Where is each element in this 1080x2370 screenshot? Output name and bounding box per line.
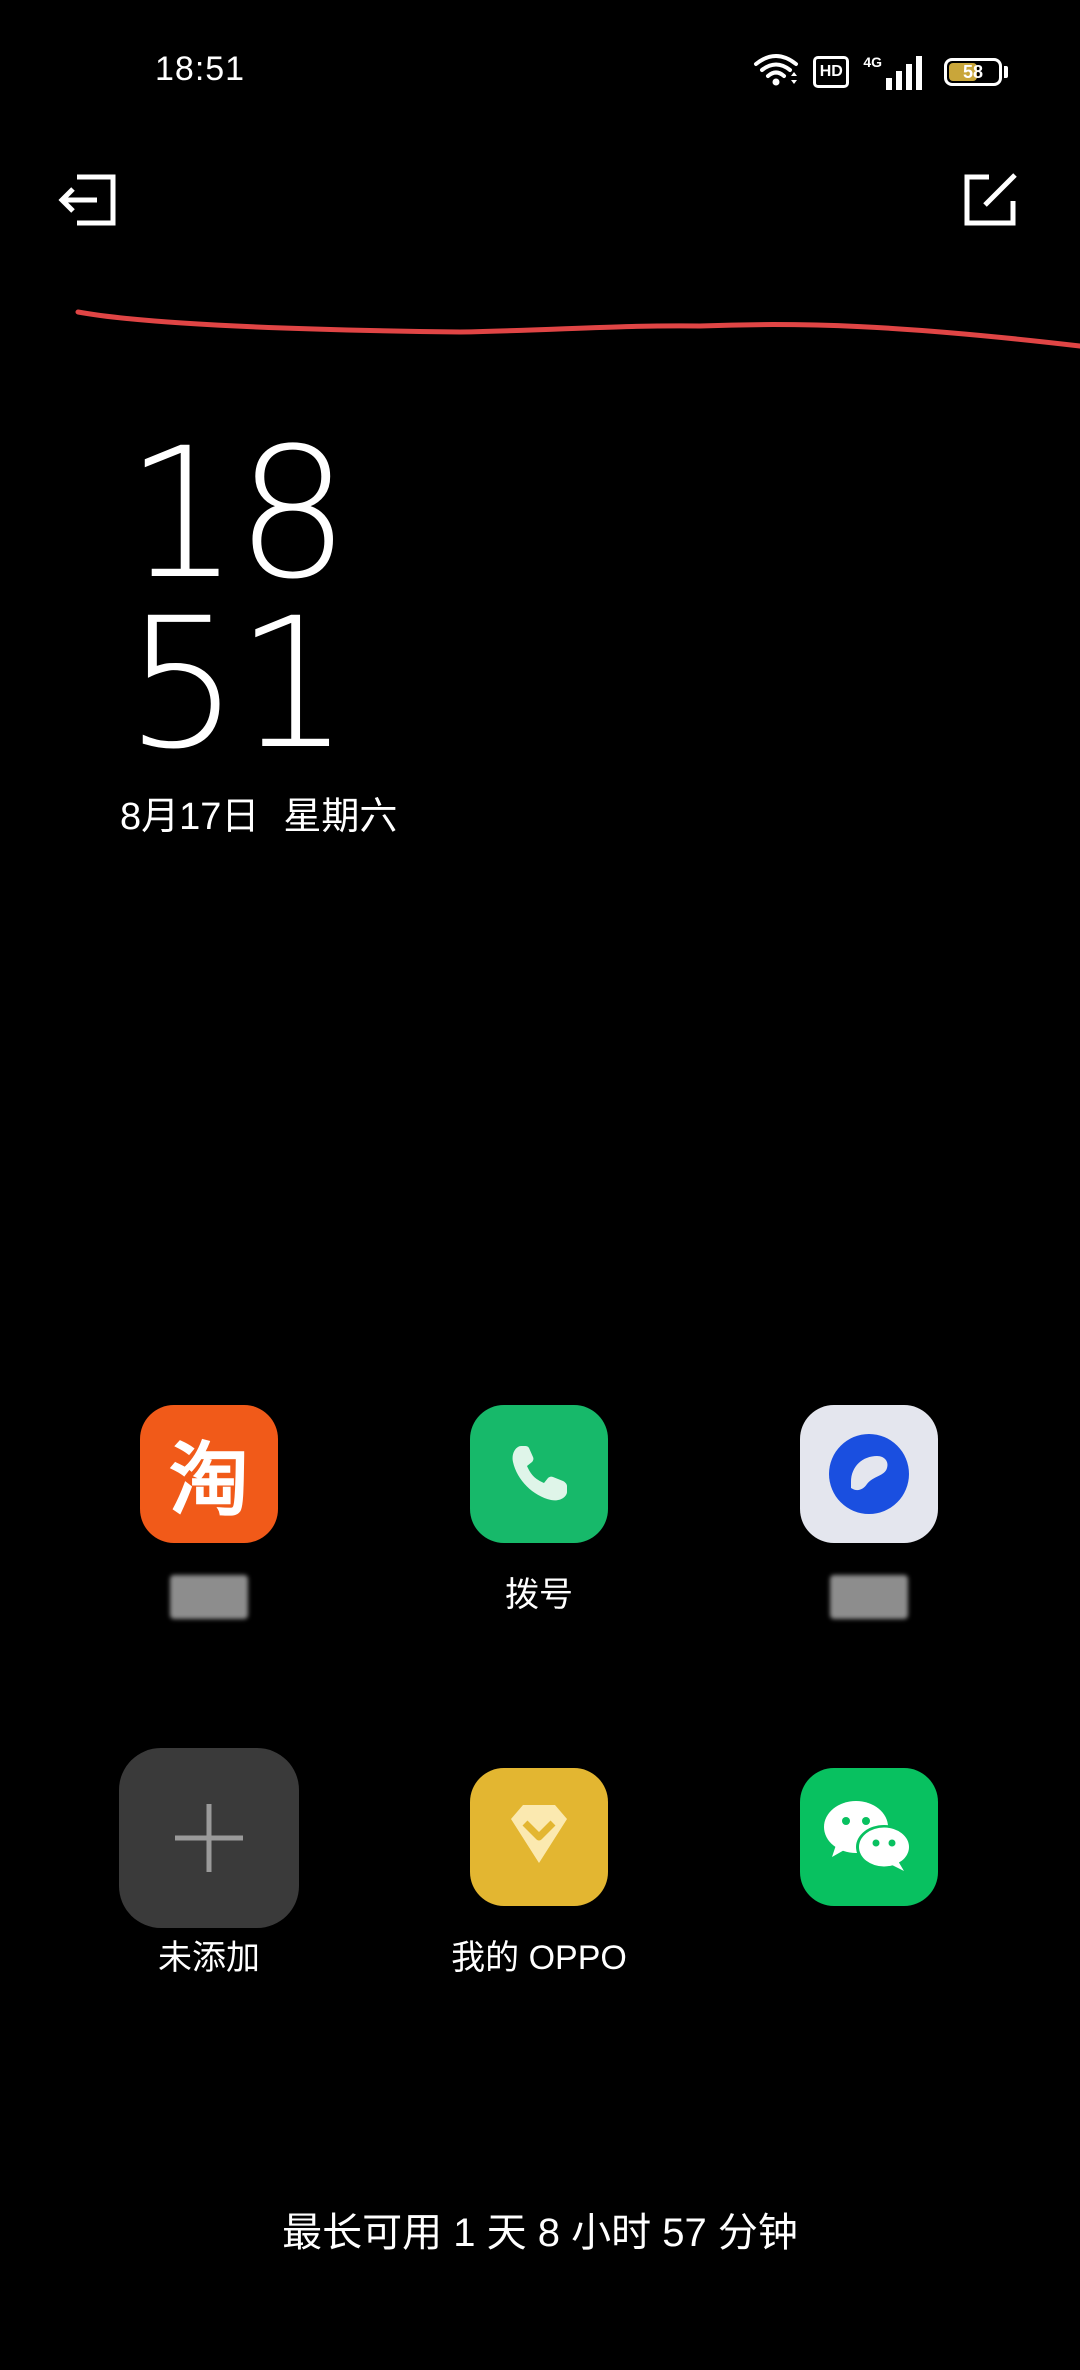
- app-taobao[interactable]: 淘: [109, 1405, 309, 1619]
- app-wechat[interactable]: [769, 1768, 969, 1906]
- network-type-label: 4G: [863, 54, 882, 70]
- add-app-slot[interactable]: 未添加: [109, 1748, 309, 1980]
- phone-icon: [470, 1405, 608, 1543]
- hd-badge: HD: [813, 56, 850, 88]
- battery-estimate: 最长可用 1 天 8 小时 57 分钟: [282, 2211, 798, 2255]
- app-my-oppo[interactable]: 我的 OPPO: [439, 1768, 639, 1980]
- signal-icon: 4G: [863, 54, 930, 90]
- circle-app-icon: [800, 1405, 938, 1543]
- edit-button[interactable]: [955, 165, 1025, 235]
- app-label-redacted: [830, 1575, 908, 1619]
- weekday-text: 星期六: [283, 796, 398, 838]
- date-text: 8月17日: [120, 796, 260, 838]
- status-time: 18:51: [155, 50, 246, 88]
- app-label-redacted: [170, 1575, 248, 1619]
- status-icons: HD 4G 58: [753, 50, 1008, 94]
- wifi-icon: [753, 52, 799, 93]
- battery-level: 58: [962, 61, 984, 82]
- app-circle[interactable]: [769, 1405, 969, 1619]
- red-annotation-stroke: [75, 309, 1080, 349]
- edit-icon: [964, 173, 1017, 226]
- app-label: 我的 OPPO: [451, 1939, 627, 1977]
- app-dialer[interactable]: 拨号: [439, 1405, 639, 1617]
- wechat-icon: [800, 1768, 938, 1906]
- plus-icon: [119, 1748, 299, 1928]
- app-label: 拨号: [505, 1576, 573, 1614]
- exit-button[interactable]: [55, 165, 125, 235]
- exit-icon: [58, 174, 116, 226]
- clock-minute: 51: [125, 580, 350, 789]
- date-line: 8月17日 星期六: [120, 785, 397, 840]
- app-label: 未添加: [158, 1939, 260, 1977]
- battery-icon: 58: [944, 58, 1002, 86]
- status-bar: 18:51 HD 4G 58: [0, 0, 1080, 140]
- battery-tip: [1004, 66, 1008, 78]
- clock-hour: 18: [125, 410, 350, 619]
- taobao-icon: 淘: [140, 1405, 278, 1543]
- taobao-glyph: 淘: [169, 1434, 249, 1527]
- diamond-icon: [470, 1768, 608, 1906]
